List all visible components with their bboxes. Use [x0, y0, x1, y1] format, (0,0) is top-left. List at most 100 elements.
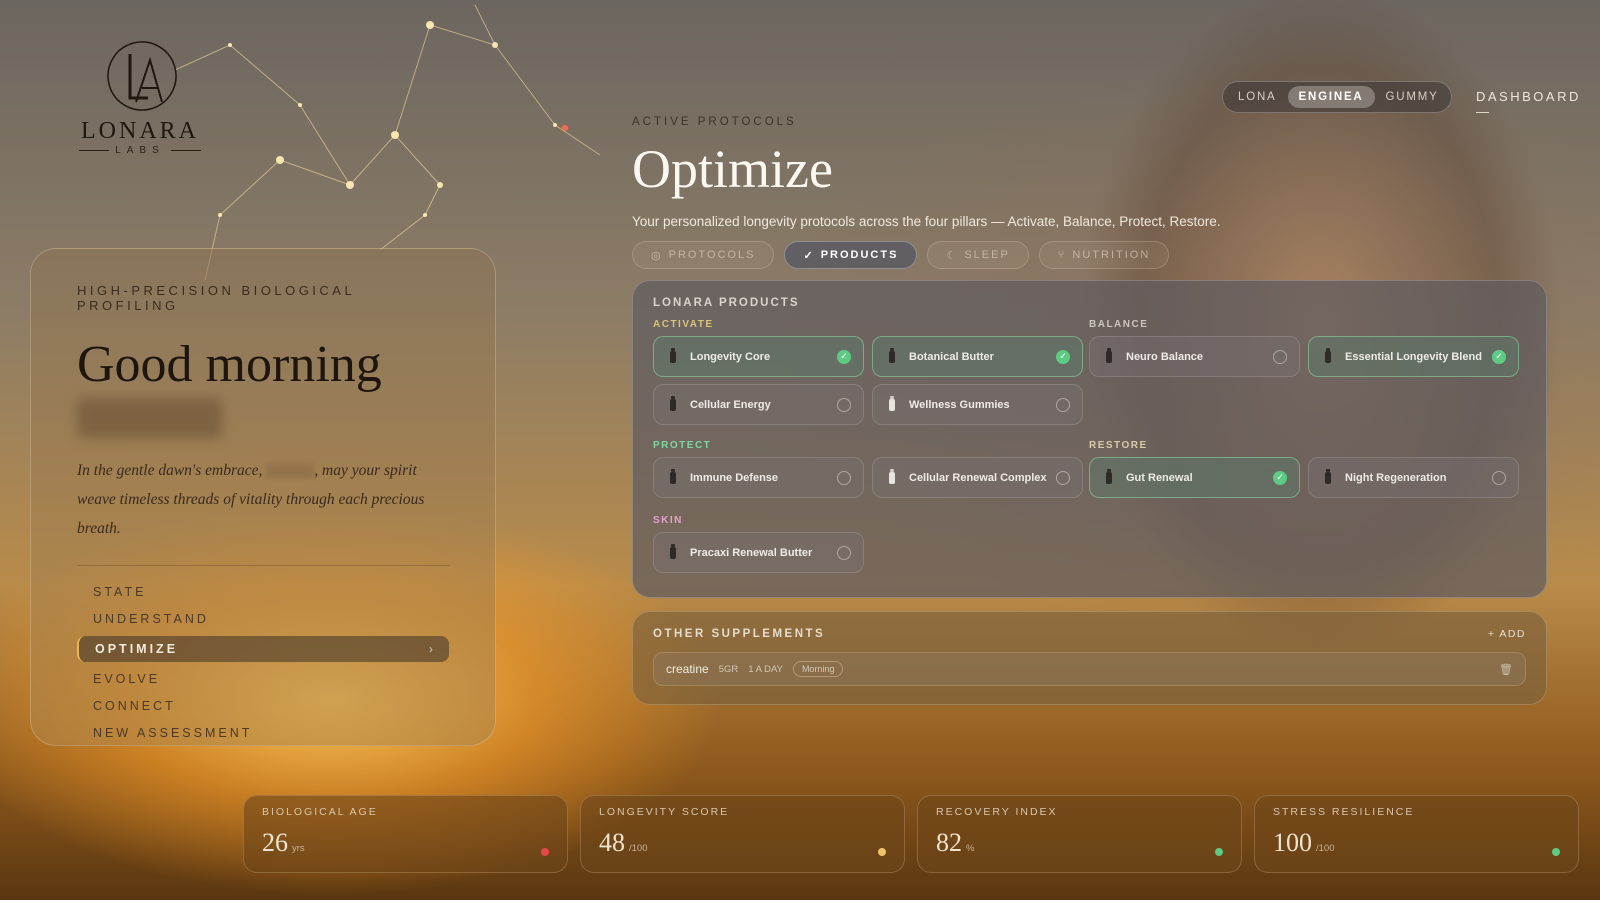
empty-circle-icon[interactable] — [837, 397, 851, 412]
group-label-balance: BALANCE — [1089, 319, 1149, 330]
user-name-inline-redacted — [266, 464, 315, 479]
empty-circle-icon[interactable] — [837, 545, 851, 560]
product-name: Cellular Energy — [690, 398, 771, 411]
user-name-redacted — [77, 398, 222, 438]
checkmark-icon[interactable]: ✓ — [1492, 349, 1506, 364]
bottle-icon — [1325, 468, 1331, 484]
status-dot — [1215, 848, 1223, 856]
greeting-quote: In the gentle dawn's embrace, , may your… — [77, 462, 425, 537]
product-name: Gut Renewal — [1126, 471, 1193, 484]
nav-item-connect[interactable]: CONNECT — [77, 696, 449, 716]
bottle-icon — [1106, 468, 1112, 484]
metric-longevity-score: LONGEVITY SCORE 48/100 — [580, 795, 905, 873]
supplement-row[interactable]: creatine 5GR 1 A DAY Morning 🗑 — [653, 652, 1526, 686]
product-group-activate: ACTIVATE Longevity Core ✓ Botanical Butter ✓… — [653, 319, 1083, 425]
product-name: Immune Defense — [690, 471, 779, 484]
product-group-balance: BALANCE Neuro Balance Essential Longevity … — [1089, 319, 1519, 377]
product-card[interactable]: Botanical Butter ✓ — [872, 336, 1083, 377]
supplement-name: creatine — [666, 662, 709, 676]
logo-monogram-icon — [107, 41, 177, 111]
tab-nutrition[interactable]: ⑂ NUTRITION — [1038, 241, 1170, 269]
products-title: LONARA PRODUCTS — [653, 297, 800, 309]
empty-circle-icon[interactable] — [1492, 470, 1506, 485]
bottle-icon — [670, 468, 676, 484]
mode-switch: LONA ENGINEA GUMMY — [1222, 81, 1452, 113]
product-card[interactable]: Pracaxi Renewal Butter — [653, 532, 864, 573]
group-label-activate: ACTIVATE — [653, 319, 714, 330]
product-card[interactable]: Longevity Core ✓ — [653, 336, 864, 377]
checkmark-icon[interactable]: ✓ — [1273, 470, 1287, 485]
status-dot — [1552, 848, 1560, 856]
product-card[interactable]: Immune Defense — [653, 457, 864, 498]
supplement-frequency: 1 A DAY — [748, 663, 783, 675]
metric-stress-resilience: STRESS RESILIENCE 100/100 — [1254, 795, 1579, 873]
product-card[interactable]: Cellular Energy — [653, 384, 864, 425]
brand-logo[interactable]: LONARA LABS — [70, 36, 210, 156]
bottle-icon — [1106, 347, 1112, 363]
mode-gummy[interactable]: GUMMY — [1375, 86, 1450, 108]
moon-icon: ☾ — [946, 249, 959, 262]
product-card[interactable]: Cellular Renewal Complex — [872, 457, 1083, 498]
add-supplement-button[interactable]: + ADD — [1488, 628, 1526, 640]
supplement-time-badge: Morning — [792, 661, 844, 677]
checkmark-icon[interactable]: ✓ — [1056, 349, 1070, 364]
section-eyebrow: ACTIVE PROTOCOLS — [632, 116, 797, 128]
supplement-dose: 5GR — [718, 663, 739, 675]
product-group-restore: RESTORE Gut Renewal ✓ Night Regeneration — [1089, 440, 1519, 498]
product-group-protect: PROTECT Immune Defense Cellular Renewal Co… — [653, 440, 1083, 498]
group-label-protect: PROTECT — [653, 440, 712, 451]
product-name: Wellness Gummies — [909, 398, 1010, 411]
nav-item-optimize[interactable]: OPTIMIZE › — [77, 636, 449, 662]
product-card[interactable]: Gut Renewal ✓ — [1089, 457, 1300, 498]
tab-products[interactable]: ✓ PRODUCTS — [784, 241, 918, 269]
other-supplements-title: OTHER SUPPLEMENTS — [653, 628, 826, 640]
tab-sleep[interactable]: ☾ SLEEP — [927, 241, 1029, 269]
product-name: Pracaxi Renewal Butter — [690, 546, 813, 559]
dot-icon: ◎ — [651, 249, 663, 262]
metric-biological-age: BIOLOGICAL AGE 26 yrs — [243, 795, 568, 873]
bottle-icon — [889, 347, 895, 363]
bottle-icon — [670, 543, 676, 559]
bottle-icon — [889, 468, 895, 484]
bottle-icon — [670, 395, 676, 411]
product-name: Cellular Renewal Complex — [909, 471, 1047, 484]
empty-circle-icon[interactable] — [1056, 470, 1070, 485]
page-title: Optimize — [632, 139, 833, 199]
empty-circle-icon[interactable] — [1056, 397, 1070, 412]
greeting-title: Good morning — [77, 336, 382, 393]
divider — [77, 565, 449, 566]
profile-eyebrow: HIGH-PRECISION BIOLOGICAL PROFILING — [77, 283, 355, 313]
mode-lona[interactable]: LONA — [1227, 86, 1288, 108]
product-name: Longevity Core — [690, 350, 771, 363]
product-name: Neuro Balance — [1126, 350, 1204, 363]
trash-icon[interactable]: 🗑 — [1499, 663, 1513, 676]
product-card[interactable]: Night Regeneration — [1308, 457, 1519, 498]
dashboard-link[interactable]: DASHBOARD — — [1476, 89, 1600, 119]
metric-recovery-index: RECOVERY INDEX 82% — [917, 795, 1242, 873]
nav-item-understand[interactable]: UNDERSTAND — [77, 609, 449, 629]
empty-circle-icon[interactable] — [837, 470, 851, 485]
nav-item-state[interactable]: STATE — [77, 582, 449, 602]
product-name: Botanical Butter — [909, 350, 994, 363]
bottle-icon — [889, 395, 895, 411]
status-dot — [878, 848, 886, 856]
product-name: Essential Longevity Blend — [1345, 350, 1482, 363]
products-panel: LONARA PRODUCTS ACTIVATE Longevity Core ✓ B… — [632, 280, 1547, 598]
product-card[interactable]: Neuro Balance — [1089, 336, 1300, 377]
product-card[interactable]: Wellness Gummies — [872, 384, 1083, 425]
product-group-skin: SKIN Pracaxi Renewal Butter — [653, 515, 1083, 573]
status-dot — [541, 848, 549, 856]
checkmark-icon[interactable]: ✓ — [837, 349, 851, 364]
tab-protocols[interactable]: ◎ PROTOCOLS — [632, 241, 775, 269]
page-subtitle: Your personalized longevity protocols ac… — [632, 214, 1221, 229]
empty-circle-icon[interactable] — [1273, 349, 1287, 364]
other-supplements-panel: OTHER SUPPLEMENTS + ADD creatine 5GR 1 A… — [632, 611, 1547, 705]
nav-item-new-assessment[interactable]: NEW ASSESSMENT — [77, 723, 449, 743]
group-label-restore: RESTORE — [1089, 440, 1148, 451]
check-icon: ✓ — [803, 249, 815, 262]
protocol-tabs: ◎ PROTOCOLS ✓ PRODUCTS ☾ SLEEP ⑂ NUTRITI… — [632, 241, 1170, 269]
mode-enginea[interactable]: ENGINEA — [1287, 86, 1375, 108]
bottle-icon — [1325, 347, 1331, 363]
product-card[interactable]: Essential Longevity Blend ✓ — [1308, 336, 1519, 377]
nav-item-evolve[interactable]: EVOLVE — [77, 669, 449, 689]
